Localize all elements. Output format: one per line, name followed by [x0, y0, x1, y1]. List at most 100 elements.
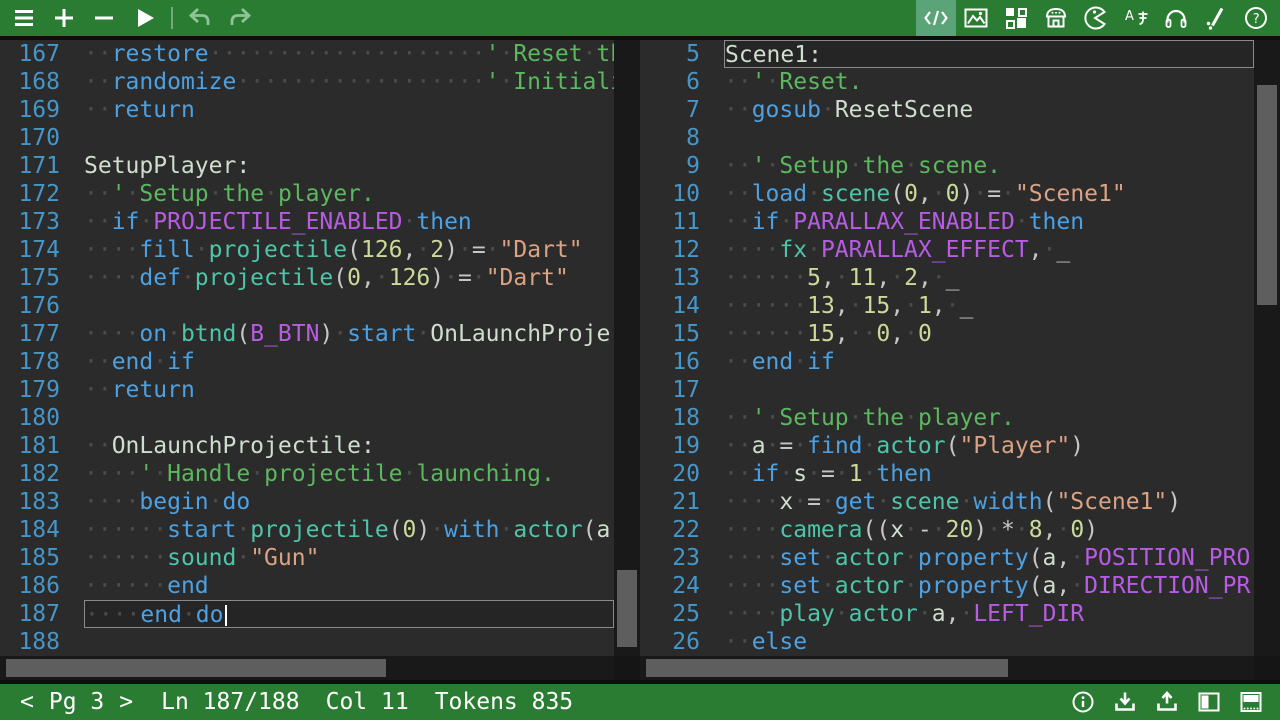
- code-line[interactable]: 21····x·=·get·scene·width("Scene1"): [640, 488, 1254, 516]
- code-line[interactable]: 16··end·if: [640, 348, 1254, 376]
- left-vertical-scroll-thumb[interactable]: [617, 570, 637, 647]
- code-line[interactable]: 171SetupPlayer:: [0, 152, 614, 180]
- audio-tab-button[interactable]: [1156, 0, 1196, 36]
- layout-tab-button[interactable]: [996, 0, 1036, 36]
- code-line-content[interactable]: ······end: [84, 572, 614, 600]
- code-line[interactable]: 24····set·actor·property(a,·DIRECTION_PR: [640, 572, 1254, 600]
- actors-tab-button[interactable]: [1076, 0, 1116, 36]
- code-line-content[interactable]: ··load·scene(0,·0)·=·"Scene1": [724, 180, 1254, 208]
- add-button[interactable]: [44, 0, 84, 36]
- code-line-content[interactable]: ······15,··0,·0: [724, 320, 1254, 348]
- draw-tab-button[interactable]: [1196, 0, 1236, 36]
- code-line-content[interactable]: ····play·actor·a,·LEFT_DIR: [724, 600, 1254, 628]
- code-line-content[interactable]: [84, 404, 614, 432]
- shop-tab-button[interactable]: [1036, 0, 1076, 36]
- code-line-content[interactable]: ······13,·15,·1,·_: [724, 292, 1254, 320]
- code-line-content[interactable]: ··a·=·find·actor("Player"): [724, 432, 1254, 460]
- code-line[interactable]: 177····on·btnd(B_BTN)·start·OnLaunchProj…: [0, 320, 614, 348]
- code-line-content[interactable]: ····def·projectile(0,·126)·=·"Dart": [84, 264, 614, 292]
- keyboard-button[interactable]: [1230, 684, 1272, 720]
- code-line-content[interactable]: ··gosub·ResetScene: [724, 96, 1254, 124]
- code-line[interactable]: 5Scene1:: [640, 40, 1254, 68]
- code-line-content[interactable]: [84, 292, 614, 320]
- code-line-content[interactable]: ··return: [84, 376, 614, 404]
- left-horizontal-scrollbar[interactable]: [0, 656, 614, 680]
- code-line[interactable]: 8: [640, 124, 1254, 152]
- code-line-content[interactable]: ····on·btnd(B_BTN)·start·OnLaunchProje: [84, 320, 614, 348]
- redo-button[interactable]: [220, 0, 260, 36]
- code-line[interactable]: 176: [0, 292, 614, 320]
- current-line-content[interactable]: ····end·do: [84, 600, 614, 628]
- code-line[interactable]: 168··randomize··················'·Initia…: [0, 68, 614, 96]
- code-line[interactable]: 6··'·Reset.: [640, 68, 1254, 96]
- code-line[interactable]: 180: [0, 404, 614, 432]
- code-line[interactable]: 179··return: [0, 376, 614, 404]
- undo-button[interactable]: [180, 0, 220, 36]
- code-line[interactable]: 186······end: [0, 572, 614, 600]
- code-line[interactable]: 25····play·actor·a,·LEFT_DIR: [640, 600, 1254, 628]
- prev-page-button[interactable]: <: [18, 689, 36, 715]
- code-line[interactable]: 169··return: [0, 96, 614, 124]
- code-line[interactable]: 11··if·PARALLAX_ENABLED·then: [640, 208, 1254, 236]
- split-view-button[interactable]: [1188, 684, 1230, 720]
- code-line-content[interactable]: ······sound·"Gun": [84, 544, 614, 572]
- help-button[interactable]: ?: [1236, 0, 1276, 36]
- info-button[interactable]: [1062, 684, 1104, 720]
- code-line[interactable]: 175····def·projectile(0,·126)·=·"Dart": [0, 264, 614, 292]
- code-line-content[interactable]: ··end·if: [724, 348, 1254, 376]
- code-line-content[interactable]: ··if·s·=·1·then: [724, 460, 1254, 488]
- code-line-content[interactable]: [724, 376, 1254, 404]
- left-horizontal-scroll-thumb[interactable]: [6, 659, 386, 677]
- code-line[interactable]: 9··'·Setup·the·scene.: [640, 152, 1254, 180]
- remove-button[interactable]: [84, 0, 124, 36]
- code-line-content[interactable]: ····'·Handle·projectile·launching.: [84, 460, 614, 488]
- code-line-content[interactable]: SetupPlayer:: [84, 152, 614, 180]
- code-line[interactable]: 19··a·=·find·actor("Player"): [640, 432, 1254, 460]
- code-line-content[interactable]: ····set·actor·property(a,·DIRECTION_PR: [724, 572, 1254, 600]
- code-line[interactable]: 10··load·scene(0,·0)·=·"Scene1": [640, 180, 1254, 208]
- code-tab-button[interactable]: [916, 0, 956, 36]
- download-button[interactable]: [1104, 684, 1146, 720]
- next-page-button[interactable]: >: [117, 689, 135, 715]
- code-line[interactable]: 20··if·s·=·1·then: [640, 460, 1254, 488]
- code-line[interactable]: 23····set·actor·property(a,·POSITION_PRO: [640, 544, 1254, 572]
- code-line[interactable]: 12····fx·PARALLAX_EFFECT,·_: [640, 236, 1254, 264]
- code-line-content[interactable]: ······5,·11,·2,·_: [724, 264, 1254, 292]
- right-horizontal-scrollbar[interactable]: [640, 656, 1254, 680]
- code-line-content[interactable]: ··if·PROJECTILE_ENABLED·then: [84, 208, 614, 236]
- code-line-content[interactable]: ··OnLaunchProjectile:: [84, 432, 614, 460]
- code-line[interactable]: 178··end·if: [0, 348, 614, 376]
- code-line[interactable]: 174····fill·projectile(126,·2)·=·"Dart": [0, 236, 614, 264]
- code-line[interactable]: 187····end·do: [0, 600, 614, 628]
- code-line[interactable]: 7··gosub·ResetScene: [640, 96, 1254, 124]
- code-line[interactable]: 18··'·Setup·the·player.: [640, 404, 1254, 432]
- code-line-content[interactable]: ····fx·PARALLAX_EFFECT,·_: [724, 236, 1254, 264]
- code-line-content[interactable]: ··'·Setup·the·scene.: [724, 152, 1254, 180]
- code-line[interactable]: 184······start·projectile(0)·with·actor(…: [0, 516, 614, 544]
- menu-button[interactable]: [4, 0, 44, 36]
- code-line[interactable]: 26··else: [640, 628, 1254, 656]
- code-line-content[interactable]: [724, 124, 1254, 152]
- left-code-area[interactable]: 167··restore····················'·Reset·…: [0, 40, 614, 656]
- code-line-content[interactable]: ··randomize··················'·Initiali: [84, 68, 614, 96]
- code-line-content[interactable]: ····camera((x·-·20)·*·8,·0): [724, 516, 1254, 544]
- code-line[interactable]: 170: [0, 124, 614, 152]
- code-line-content[interactable]: ··'·Setup·the·player.: [84, 180, 614, 208]
- run-button[interactable]: [124, 0, 164, 36]
- right-vertical-scrollbar[interactable]: [1254, 40, 1280, 656]
- code-line-content[interactable]: ··'·Reset.: [724, 68, 1254, 96]
- code-line[interactable]: 172··'·Setup·the·player.: [0, 180, 614, 208]
- code-line-content[interactable]: ····fill·projectile(126,·2)·=·"Dart": [84, 236, 614, 264]
- code-line[interactable]: 17: [640, 376, 1254, 404]
- code-line-content[interactable]: ····begin·do: [84, 488, 614, 516]
- code-line[interactable]: 14······13,·15,·1,·_: [640, 292, 1254, 320]
- code-line-content[interactable]: ··end·if: [84, 348, 614, 376]
- code-line[interactable]: 185······sound·"Gun": [0, 544, 614, 572]
- code-line[interactable]: 183····begin·do: [0, 488, 614, 516]
- code-line[interactable]: 22····camera((x·-·20)·*·8,·0): [640, 516, 1254, 544]
- code-line-content[interactable]: ··else: [724, 628, 1254, 656]
- code-line-content[interactable]: ····set·actor·property(a,·POSITION_PRO: [724, 544, 1254, 572]
- code-line[interactable]: 13······5,·11,·2,·_: [640, 264, 1254, 292]
- code-line[interactable]: 188: [0, 628, 614, 656]
- code-line-content[interactable]: [84, 628, 614, 656]
